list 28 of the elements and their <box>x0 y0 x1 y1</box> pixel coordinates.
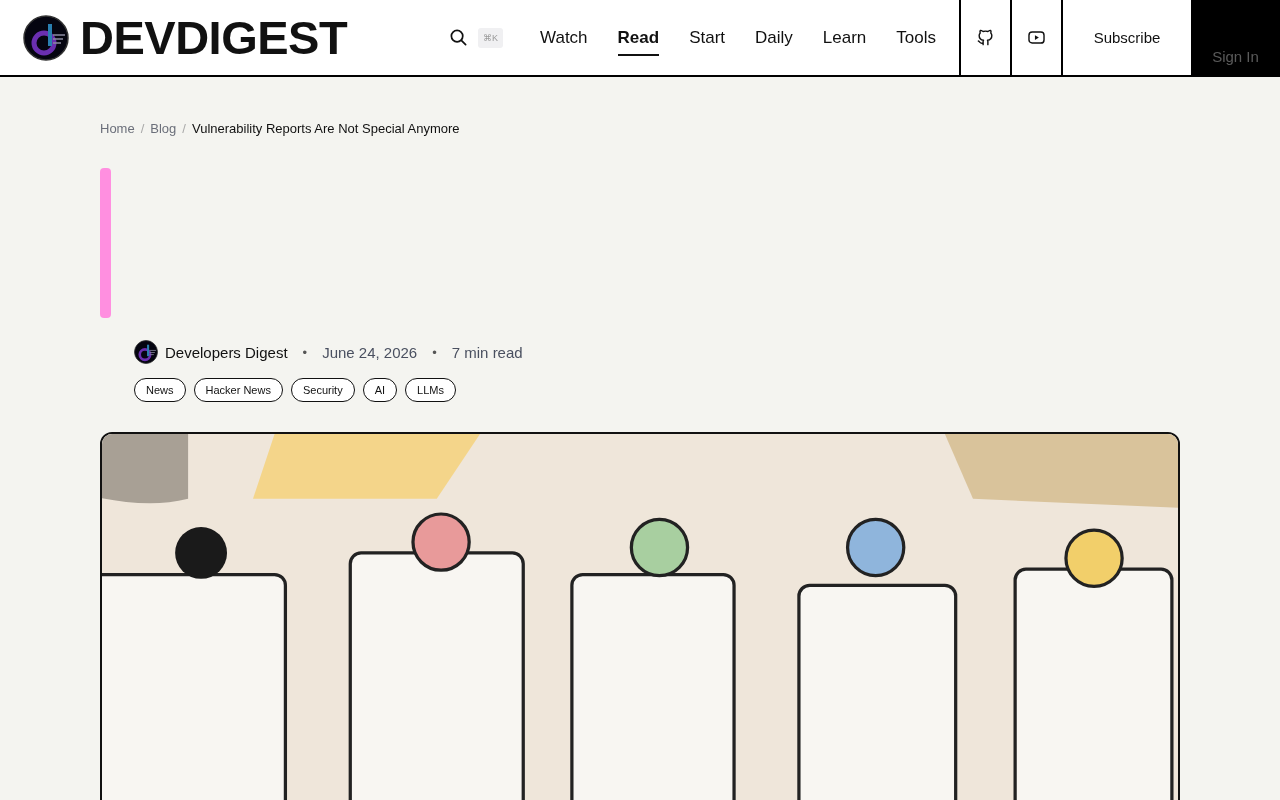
publish-date: June 24, 2026 <box>322 343 418 361</box>
breadcrumb-separator: / <box>182 121 186 136</box>
author-avatar <box>134 340 158 364</box>
site-logo-text[interactable]: DEVDIGEST <box>80 10 348 65</box>
tag-link[interactable]: Security <box>290 378 355 402</box>
author-name: Developers Digest <box>165 343 288 361</box>
breadcrumb-link[interactable]: Blog <box>150 121 177 136</box>
tag-link[interactable]: AI <box>362 378 398 402</box>
breadcrumb-link[interactable]: Home <box>100 121 135 136</box>
read-time: 7 min read <box>451 343 523 361</box>
meta-separator: • <box>302 344 308 360</box>
nav-link[interactable]: Start <box>689 21 726 56</box>
tag-link[interactable]: News <box>134 378 186 402</box>
breadcrumb-current: Vulnerability Reports Are Not Special Anymore <box>191 121 460 136</box>
breadcrumb-separator: / <box>140 121 145 136</box>
tag-link[interactable]: LLMs <box>405 378 456 402</box>
nav-link[interactable]: Read <box>617 21 660 56</box>
nav-link[interactable]: Learn <box>822 21 867 56</box>
search-icon[interactable] <box>449 28 468 47</box>
meta-separator: • <box>432 344 437 360</box>
nav-link[interactable]: Watch <box>540 21 588 56</box>
github-icon[interactable] <box>976 28 995 47</box>
nav-link[interactable]: Daily <box>755 21 793 56</box>
video-play-icon[interactable] <box>1027 28 1046 47</box>
tag-link[interactable]: Hacker News <box>193 378 283 402</box>
keyboard-shortcut: ⌘K <box>478 27 503 48</box>
logo-icon[interactable] <box>23 14 69 61</box>
nav-link[interactable]: Tools <box>896 21 936 56</box>
